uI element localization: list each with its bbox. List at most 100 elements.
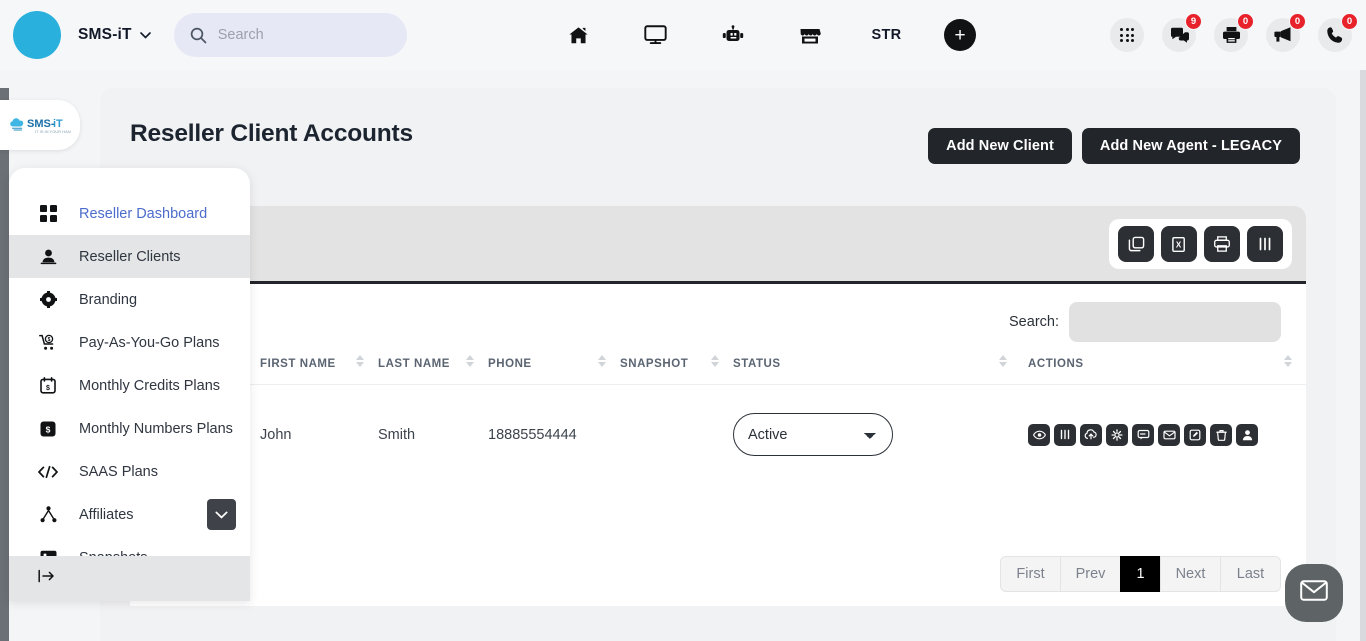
- add-new-client-button[interactable]: Add New Client: [928, 128, 1072, 164]
- phone-badge: 0: [1341, 13, 1358, 30]
- network-icon: [37, 506, 59, 523]
- add-button-wrap: +: [925, 19, 995, 51]
- sort-arrows-icon: [1284, 355, 1292, 367]
- copy-icon[interactable]: [1118, 226, 1154, 262]
- page-action-buttons: Add New Client Add New Agent - LEGACY: [928, 128, 1300, 164]
- table-row[interactable]: gency.com John Smith 18885554444 Active: [130, 384, 1306, 484]
- cell-status: Active: [733, 384, 1021, 484]
- gear-icon[interactable]: [1106, 423, 1128, 446]
- page-title: Reseller Client Accounts: [130, 120, 413, 147]
- excel-icon[interactable]: X: [1161, 226, 1197, 262]
- clients-table: NAME FIRST NAME LAST NAME PHONE SNAPSHOT…: [130, 352, 1306, 484]
- cell-actions: [1021, 384, 1306, 484]
- page-scrollbar[interactable]: [1360, 70, 1366, 641]
- search-icon: [190, 27, 207, 44]
- sort-arrows-icon: [711, 355, 719, 367]
- column-header-last-name[interactable]: LAST NAME: [378, 352, 488, 385]
- main-content-card: Reseller Client Accounts Add New Client …: [100, 88, 1336, 641]
- pagination-last[interactable]: Last: [1220, 556, 1281, 592]
- sms-it-logo-icon: SMS- iT IT IS IN YOUR HANDS: [10, 118, 71, 134]
- sidebar-item-label: Reseller Clients: [79, 248, 181, 265]
- column-header-status[interactable]: STATUS: [733, 352, 1021, 385]
- gear-icon: [37, 291, 59, 308]
- column-header-snapshot[interactable]: SNAPSHOT: [620, 352, 733, 385]
- sidebar-item-pay-as-you-go-plans[interactable]: $ Pay-As-You-Go Plans: [9, 321, 250, 364]
- pagination-page-1[interactable]: 1: [1120, 556, 1161, 592]
- global-search[interactable]: [173, 13, 407, 57]
- chat-icon[interactable]: [1132, 423, 1154, 446]
- reseller-sidebar: Reseller Dashboard Reseller Clients Bran…: [9, 168, 250, 601]
- edit-icon[interactable]: [1184, 423, 1206, 446]
- pagination-next[interactable]: Next: [1160, 556, 1221, 592]
- search-input[interactable]: [217, 27, 368, 43]
- svg-text:$: $: [46, 385, 50, 392]
- sidebar-item-label: Monthly Credits Plans: [79, 377, 221, 394]
- monitor-icon[interactable]: [617, 25, 694, 45]
- svg-text:$: $: [48, 337, 51, 343]
- cell-phone: 18885554444: [488, 384, 620, 484]
- sidebar-item-monthly-credits-plans[interactable]: $ Monthly Credits Plans: [9, 364, 250, 407]
- cell-first-name: John: [260, 384, 378, 484]
- column-header-phone[interactable]: PHONE: [488, 352, 620, 385]
- calendar-dollar-icon: $: [37, 377, 59, 394]
- sidebar-item-reseller-clients[interactable]: Reseller Clients: [9, 235, 250, 278]
- brand-name[interactable]: SMS-iT: [78, 26, 132, 44]
- robot-icon[interactable]: [694, 25, 771, 45]
- table-search-input[interactable]: [1069, 302, 1281, 342]
- sidebar-logo[interactable]: SMS- iT IT IS IN YOUR HANDS: [0, 100, 80, 150]
- sidebar-item-saas-plans[interactable]: SAAS Plans: [9, 450, 250, 493]
- status-select[interactable]: Active: [733, 413, 893, 456]
- add-new-agent-legacy-button[interactable]: Add New Agent - LEGACY: [1081, 128, 1300, 164]
- print-icon[interactable]: [1204, 226, 1240, 262]
- add-button[interactable]: +: [944, 19, 976, 51]
- pagination-first[interactable]: First: [1000, 556, 1061, 592]
- affiliates-expand-toggle[interactable]: [207, 499, 236, 530]
- str-label[interactable]: STR: [848, 27, 925, 43]
- chat-icon[interactable]: 9: [1162, 13, 1202, 52]
- columns-icon[interactable]: [1054, 423, 1076, 446]
- row-action-group: [1028, 423, 1306, 446]
- top-right-icon-group: 9 0 0 0: [1110, 0, 1358, 70]
- chevron-down-icon[interactable]: [139, 29, 151, 41]
- printer-badge: 0: [1237, 13, 1254, 30]
- column-header-first-name[interactable]: FIRST NAME: [260, 352, 378, 385]
- top-navigation-bar: SMS-iT STR + 9: [0, 0, 1366, 70]
- sort-arrows-icon: [356, 355, 364, 367]
- store-icon[interactable]: [771, 26, 848, 45]
- envelope-icon[interactable]: [1158, 423, 1180, 446]
- sidebar-item-reseller-dashboard[interactable]: Reseller Dashboard: [9, 192, 250, 235]
- top-nav-icon-group: STR +: [540, 0, 995, 70]
- collapse-sidebar-icon[interactable]: [38, 568, 58, 589]
- megaphone-icon[interactable]: 0: [1266, 13, 1306, 52]
- user-icon[interactable]: [1236, 423, 1258, 446]
- eye-icon[interactable]: [1028, 423, 1050, 446]
- cart-dollar-icon: $: [37, 334, 59, 351]
- sort-arrows-icon: [466, 355, 474, 367]
- trash-icon[interactable]: [1210, 423, 1232, 446]
- sort-arrows-icon: [598, 355, 606, 367]
- apps-grid-icon[interactable]: [1110, 18, 1144, 52]
- chat-widget-button[interactable]: [1285, 564, 1343, 622]
- sidebar-item-branding[interactable]: Branding: [9, 278, 250, 321]
- column-header-actions[interactable]: ACTIONS: [1021, 352, 1306, 385]
- pagination-prev[interactable]: Prev: [1060, 556, 1121, 592]
- sidebar-item-affiliates[interactable]: Affiliates: [9, 493, 250, 536]
- sidebar-item-monthly-numbers-plans[interactable]: $ Monthly Numbers Plans: [9, 407, 250, 450]
- table-search-label: Search:: [1009, 314, 1059, 330]
- columns-icon[interactable]: [1247, 226, 1283, 262]
- envelope-icon: [1300, 580, 1328, 606]
- sidebar-item-label: Affiliates: [79, 506, 134, 523]
- phone-icon[interactable]: 0: [1318, 13, 1358, 52]
- table-search: Search:: [1009, 302, 1281, 342]
- sidebar-collapse-bar[interactable]: [9, 556, 250, 601]
- svg-text:$: $: [46, 424, 51, 434]
- chat-badge: 9: [1185, 13, 1202, 30]
- cell-last-name: Smith: [378, 384, 488, 484]
- sidebar-rail: [0, 88, 9, 641]
- dashboard-grid-icon: [37, 205, 59, 222]
- home-icon[interactable]: [540, 26, 617, 45]
- cloud-upload-icon[interactable]: [1080, 423, 1102, 446]
- printer-icon[interactable]: 0: [1214, 13, 1254, 52]
- brand-avatar[interactable]: [13, 11, 61, 59]
- code-icon: [37, 465, 59, 478]
